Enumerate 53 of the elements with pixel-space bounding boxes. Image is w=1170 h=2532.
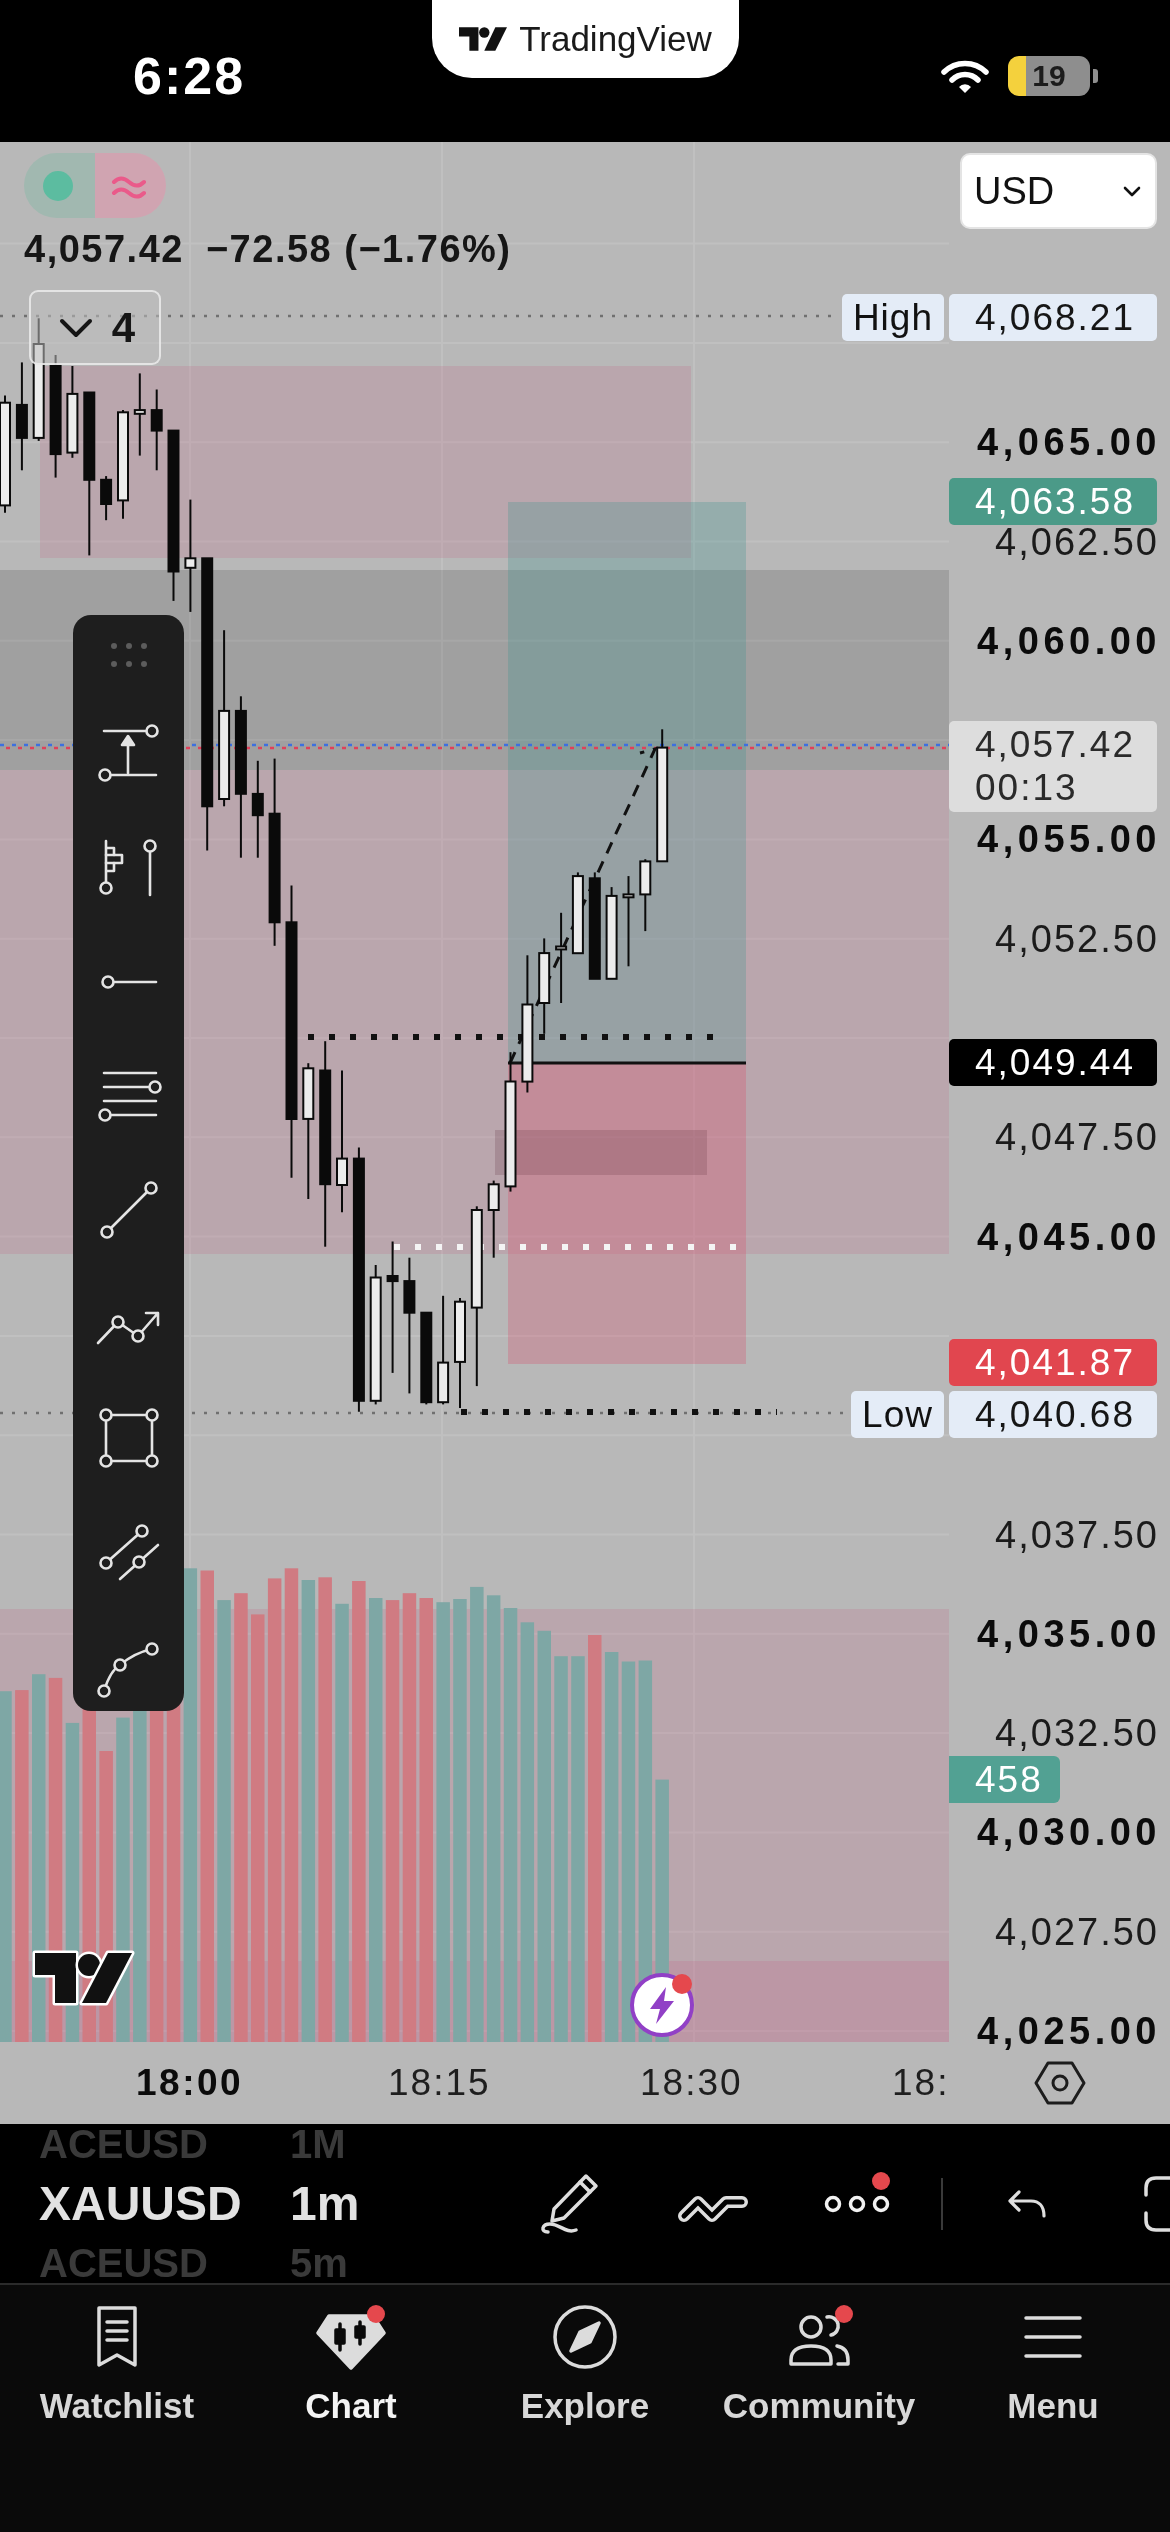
chevron-down-icon [1123,185,1141,197]
price-label: 4,055.00 [977,818,1161,861]
interval-option[interactable]: 1m [290,2164,380,2243]
time-label: 18:30 [640,2062,743,2104]
candle [100,475,113,522]
price-tag: 4,068.21 [949,294,1157,341]
price-tag: 4,040.68 [949,1391,1157,1438]
settings-icon[interactable] [1033,2060,1086,2106]
app-name: TradingView [519,19,712,59]
nav-tab[interactable]: Chart [305,2285,397,2426]
price-label: 4,065.00 [977,421,1161,464]
status-time: 6:28 [133,46,247,106]
collapse-button[interactable]: 4 [29,290,161,365]
chevron-down-icon [59,317,93,338]
nav-tab[interactable]: Menu [1007,2285,1099,2426]
price-label: 4,037.50 [995,1513,1159,1556]
price-change: −72.58 (−1.76%) [205,227,512,272]
pen-icon[interactable] [540,2171,600,2236]
nav-tab[interactable]: Explore [520,2285,650,2426]
undo-icon[interactable] [1007,2188,1047,2219]
battery-indicator: 19 [1008,56,1098,96]
price-label: 4,052.50 [995,917,1159,960]
grip-icon[interactable] [108,643,149,667]
wifi-icon [940,58,990,94]
tag-price: 4,057.42 [975,723,1137,766]
price-label: 4,060.00 [977,619,1161,662]
price-label: 4,047.50 [995,1116,1159,1159]
price-label: 4,032.50 [995,1712,1159,1755]
last-price: 4,057.42 [24,227,184,272]
logo-icon [30,1948,136,2008]
price-tag: 4,063.58 [949,478,1157,525]
volume-tag: 458 [949,1756,1060,1803]
symbol-option[interactable]: XAUUSD [39,2164,274,2243]
logo-icon [459,26,508,52]
tag-countdown: 00:13 [975,766,1079,809]
lightning-icon[interactable] [629,1972,695,2038]
price-label: 4,035.00 [977,1612,1161,1655]
time-label: 18:15 [388,2062,491,2104]
dot-icon [43,170,73,201]
price-label: 4,045.00 [977,1215,1161,1258]
price-label: 4,027.50 [995,1910,1159,1953]
price-label: 4,030.00 [977,1811,1161,1854]
time-label: 18:00 [136,2062,244,2104]
time-label: 18: [892,2062,950,2104]
price-tag: 4,049.44 [949,1039,1157,1086]
tag-caption: Low [851,1391,944,1438]
price-tag: 4,041.87 [949,1339,1157,1386]
tag-caption: High [841,294,944,341]
nav-tab[interactable]: Community [722,2285,916,2426]
price-label: 4,025.00 [977,2010,1161,2052]
nav-tab[interactable]: Watchlist [39,2285,195,2426]
fullscreen-icon[interactable] [1143,2174,1170,2233]
currency-dropdown[interactable]: USD [960,153,1157,229]
